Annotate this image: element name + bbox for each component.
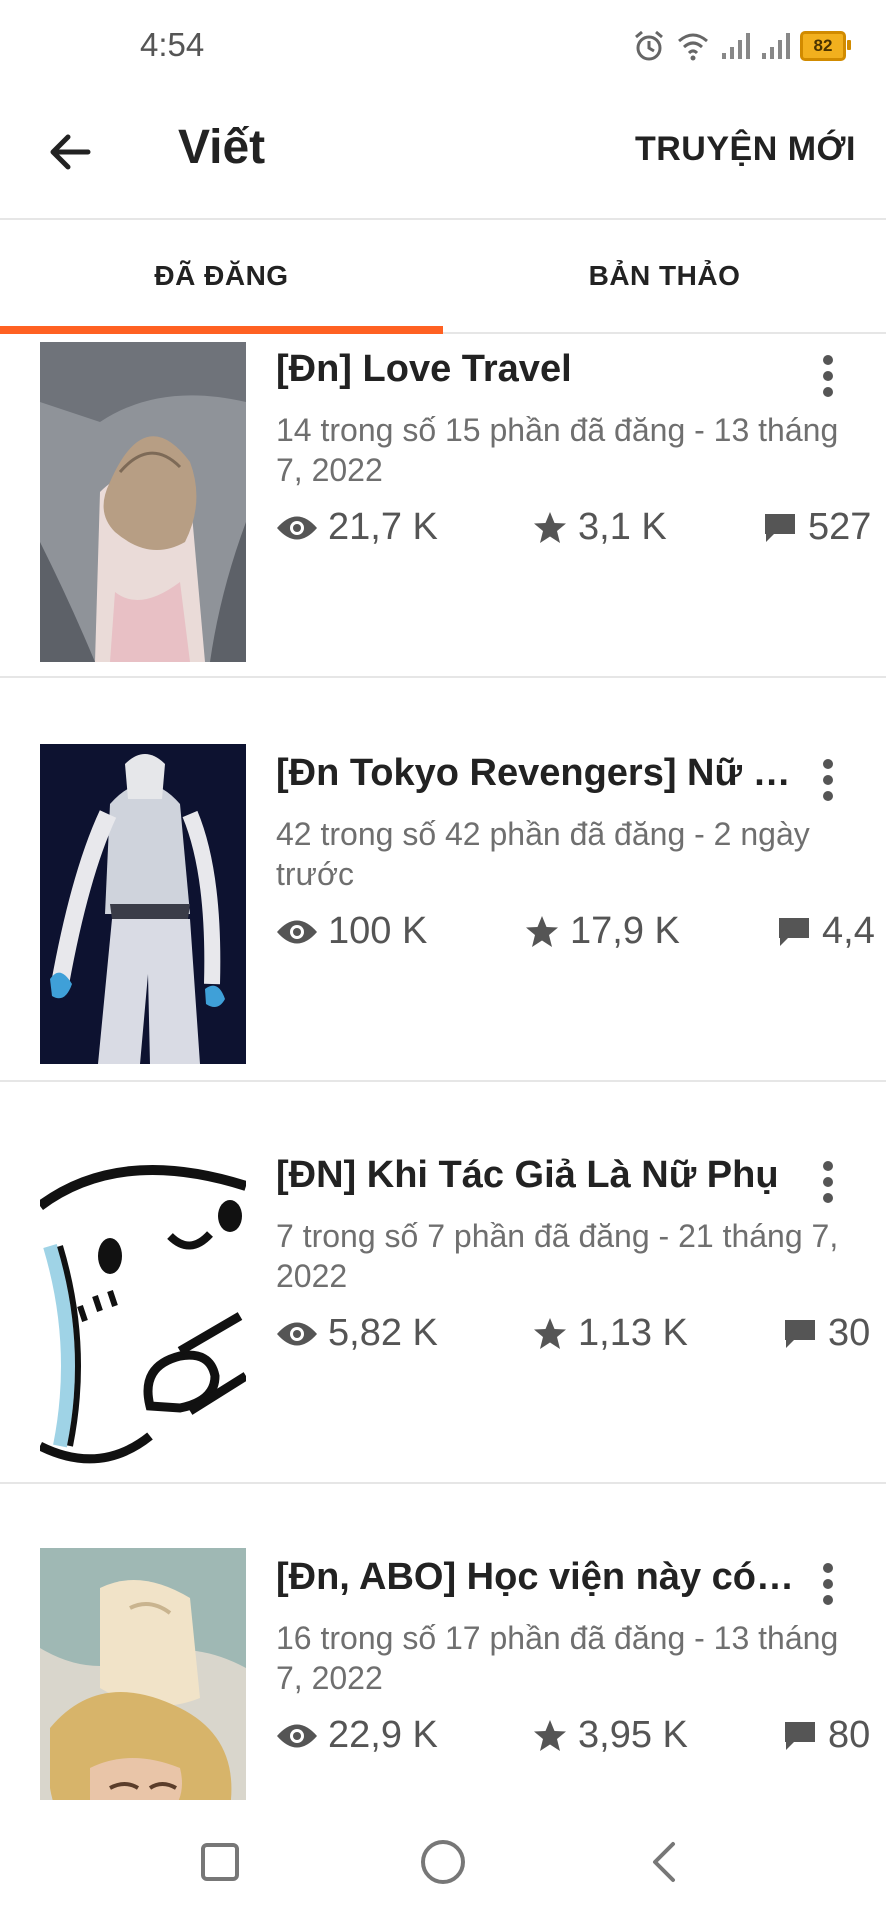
story-title: [Đn Tokyo Revengers] Nữ Q... (276, 752, 796, 794)
views-count: 21,7 K (328, 506, 438, 548)
star-icon (534, 1719, 566, 1751)
comments-count: 527 (808, 506, 872, 548)
status-bar: 4:54 82 (0, 0, 886, 92)
more-options-button[interactable] (810, 1152, 846, 1212)
system-nav-bar (0, 1800, 886, 1920)
story-meta: 16 trong số 17 phần đã đăng - 13 tháng 7… (276, 1620, 839, 1696)
comment-icon (765, 513, 795, 542)
story-title: [Đn] Love Travel (276, 348, 572, 390)
more-options-button[interactable] (810, 750, 846, 810)
views-stat: 5,82 K (276, 1312, 438, 1355)
battery-icon: 82 (800, 31, 851, 61)
star-icon (526, 915, 558, 947)
comments-count: 80 (828, 1714, 871, 1756)
story-row[interactable]: [ĐN] Khi Tác Giả Là Nữ Phụ 7 trong số 7 … (0, 1080, 886, 1484)
votes-count: 1,13 K (578, 1312, 688, 1354)
story-cover-image (40, 1548, 246, 1800)
more-options-button[interactable] (810, 1554, 846, 1614)
tab-published[interactable]: ĐÃ ĐĂNG (0, 220, 443, 334)
tab-drafts[interactable]: BẢN THẢO (443, 220, 886, 332)
back-button[interactable] (40, 122, 100, 182)
new-story-button[interactable]: TRUYỆN MỚI (635, 130, 856, 169)
story-cover-image (40, 342, 246, 662)
story-cover-image (40, 1146, 246, 1466)
tab-selected-indicator (0, 326, 443, 334)
page-title: Viết (178, 121, 266, 174)
comments-count: 30 (828, 1312, 871, 1354)
comments-count: 4,4 (822, 910, 875, 952)
tab-drafts-label: BẢN THẢO (588, 260, 741, 291)
star-icon (534, 1317, 566, 1349)
story-row[interactable]: [Đn] Love Travel 14 trong số 15 phần đã … (0, 334, 886, 678)
eye-icon (277, 1322, 317, 1345)
views-count: 22,9 K (328, 1714, 438, 1756)
views-stat: 21,7 K (276, 506, 438, 549)
votes-stat: 3,1 K (532, 506, 667, 549)
wifi-icon (678, 33, 708, 61)
story-stats: 100 K 17,9 K 4,4 (276, 910, 886, 960)
views-stat: 100 K (276, 910, 427, 953)
square-icon (201, 1843, 239, 1881)
status-icons: 82 (632, 26, 851, 66)
comments-stat: 30 (782, 1312, 870, 1355)
more-vertical-icon (823, 355, 833, 397)
story-title: [ĐN] Khi Tác Giả Là Nữ Phụ (276, 1154, 779, 1196)
comments-stat: 527 (762, 506, 871, 549)
votes-count: 3,1 K (578, 506, 667, 548)
star-icon (534, 511, 566, 543)
signal-1-icon (722, 33, 750, 59)
views-count: 100 K (328, 910, 428, 952)
alarm-icon (635, 30, 663, 61)
story-list[interactable]: [Đn] Love Travel 14 trong số 15 phần đã … (0, 334, 886, 1800)
home-button[interactable] (411, 1830, 475, 1894)
votes-count: 3,95 K (578, 1714, 688, 1756)
eye-icon (277, 920, 317, 943)
more-vertical-icon (823, 1161, 833, 1203)
views-stat: 22,9 K (276, 1714, 438, 1757)
circle-icon (421, 1840, 465, 1884)
story-stats: 5,82 K 1,13 K 30 (276, 1312, 886, 1362)
more-vertical-icon (823, 1563, 833, 1605)
votes-count: 17,9 K (570, 910, 680, 952)
story-meta: 7 trong số 7 phần đã đăng - 21 tháng 7, … (276, 1218, 839, 1294)
story-cover-image (40, 744, 246, 1064)
votes-stat: 17,9 K (524, 910, 680, 953)
comments-stat: 80 (782, 1714, 870, 1757)
tab-bar: ĐÃ ĐĂNG BẢN THẢO (0, 220, 886, 334)
status-time: 4:54 (140, 26, 205, 63)
app-bar: Viết TRUYỆN MỚI (0, 92, 886, 220)
story-row[interactable]: [Đn, ABO] Học viện này có ... 16 trong s… (0, 1482, 886, 1800)
tab-published-label: ĐÃ ĐĂNG (154, 260, 289, 291)
signal-2-icon (762, 33, 790, 59)
votes-stat: 1,13 K (532, 1312, 688, 1355)
comment-icon (785, 1319, 815, 1348)
story-title: [Đn, ABO] Học viện này có ... (276, 1556, 796, 1598)
eye-icon (277, 1724, 317, 1747)
system-back-button[interactable] (632, 1830, 696, 1894)
story-row[interactable]: [Đn Tokyo Revengers] Nữ Q... 42 trong số… (0, 678, 886, 1082)
votes-stat: 3,95 K (532, 1714, 688, 1757)
eye-icon (277, 516, 317, 539)
comment-icon (785, 1721, 815, 1750)
chevron-left-icon (653, 1842, 675, 1882)
story-stats: 21,7 K 3,1 K 527 (276, 506, 886, 556)
more-vertical-icon (823, 759, 833, 801)
comments-stat: 4,4 (776, 910, 875, 953)
story-stats: 22,9 K 3,95 K 80 (276, 1714, 886, 1764)
recents-button[interactable] (188, 1830, 252, 1894)
views-count: 5,82 K (328, 1312, 438, 1354)
arrow-left-icon (50, 134, 91, 170)
more-options-button[interactable] (810, 346, 846, 406)
story-meta: 42 trong số 42 phần đã đăng - 2 ngày trư… (276, 816, 810, 892)
comment-icon (779, 917, 809, 946)
story-meta: 14 trong số 15 phần đã đăng - 13 tháng 7… (276, 412, 839, 488)
